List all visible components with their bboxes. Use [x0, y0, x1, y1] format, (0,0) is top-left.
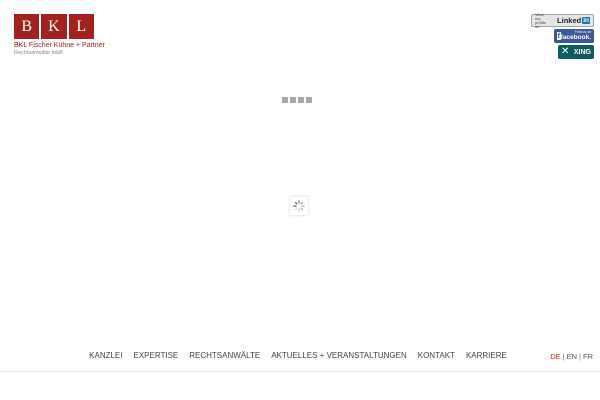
lang-separator: |: [562, 352, 565, 361]
loading-dot: [298, 97, 304, 103]
firm-subtitle: Rechtsanwälte mbB: [14, 50, 63, 56]
linkedin-button[interactable]: View my profile on Linked in: [531, 11, 594, 29]
xing-icon: ✕: [561, 46, 570, 57]
firm-name: BKL Fischer Kühne + Partner: [14, 42, 105, 49]
nav-item-expertise[interactable]: EXPERTISE: [133, 351, 178, 360]
footer-divider: [0, 371, 600, 372]
facebook-brand: facebook.: [560, 33, 591, 41]
nav-item-kanzlei[interactable]: KANZLEI: [89, 351, 122, 360]
lang-separator: |: [579, 352, 581, 361]
main-nav: KANZLEI EXPERTISE RECHTSANWÄLTE AKTUELLE…: [0, 351, 600, 360]
facebook-button[interactable]: f Find us on facebook.: [554, 29, 594, 43]
lang-de[interactable]: DE: [550, 352, 560, 361]
language-switcher: DE | EN | FR: [550, 352, 593, 361]
spinner-icon: [290, 197, 308, 215]
linkedin-small-text: View my profile on: [535, 11, 546, 29]
lang-fr[interactable]: FR: [583, 352, 593, 361]
linkedin-brand: Linked: [557, 16, 582, 25]
linkedin-icon: Linked in: [557, 16, 590, 25]
logo-letter-l: L: [68, 14, 94, 39]
social-links: View my profile on Linked in f Find us o…: [531, 11, 594, 59]
nav-item-karriere[interactable]: KARRIERE: [466, 351, 507, 360]
lang-en[interactable]: EN: [567, 352, 577, 361]
logo[interactable]: B K L BKL Fischer Kühne + Partner Rechts…: [14, 14, 105, 56]
xing-button[interactable]: ✕ XING: [558, 45, 594, 59]
nav-item-rechtsanwaelte[interactable]: RECHTSANWÄLTE: [189, 351, 260, 360]
loading-dot: [282, 97, 288, 103]
loading-dots-icon: [282, 97, 312, 103]
logo-mark: B K L: [14, 14, 104, 39]
nav-item-aktuelles[interactable]: AKTUELLES + VERANSTALTUNGEN: [271, 351, 407, 360]
logo-letter-b: B: [14, 14, 40, 39]
logo-letter-k: K: [41, 14, 67, 39]
linkedin-box: in: [582, 17, 590, 24]
loading-dot: [290, 97, 296, 103]
loading-dot: [306, 97, 312, 103]
xing-brand: XING: [573, 48, 591, 56]
spinner-graphic: [293, 200, 305, 212]
nav-item-kontakt[interactable]: KONTAKT: [418, 351, 455, 360]
